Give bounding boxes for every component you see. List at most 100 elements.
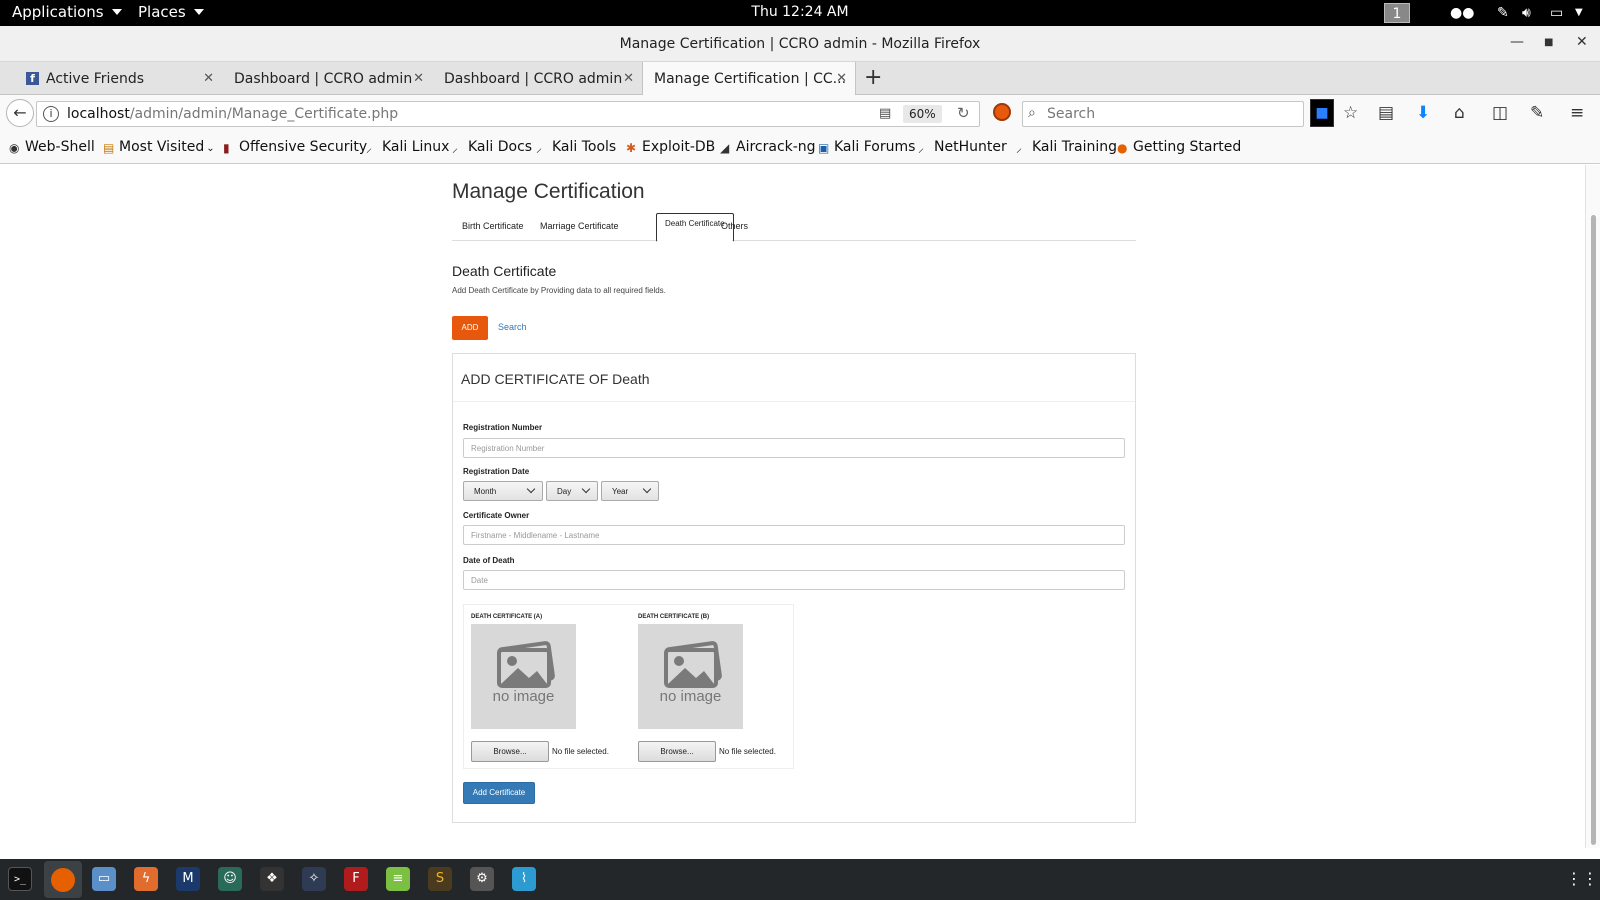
addon-icon[interactable]: ■: [1310, 99, 1334, 127]
bookmark-offensive-security[interactable]: ▮ Offensive Security: [223, 139, 367, 155]
monitor-icon[interactable]: ⌇: [512, 867, 536, 891]
close-icon[interactable]: ✕: [1576, 34, 1588, 50]
bookmark-label: Aircrack-ng: [736, 139, 816, 155]
bookmark-label: Offensive Security: [239, 139, 368, 155]
month-value: Month: [474, 487, 497, 496]
close-icon[interactable]: ✕: [413, 71, 424, 86]
bookmark-nethunter[interactable]: ⸝ NetHunter: [918, 139, 1007, 155]
chevron-down-icon: ⌄: [206, 143, 215, 154]
app-grid-icon[interactable]: ⋮⋮: [1566, 867, 1598, 891]
browse-button-b[interactable]: Browse...: [638, 741, 716, 762]
minimize-icon[interactable]: —: [1510, 34, 1524, 50]
back-icon[interactable]: ←: [6, 99, 34, 127]
reader-view-icon[interactable]: ▤: [879, 106, 891, 121]
pen-icon[interactable]: ✎: [1497, 5, 1509, 21]
reload-icon[interactable]: ↻: [957, 104, 970, 122]
add-button[interactable]: ADD: [452, 316, 488, 340]
bookmark-kali-tools[interactable]: ⸝ Kali Tools: [536, 139, 616, 155]
chevron-down-icon: [642, 484, 652, 494]
zoom-indicator[interactable]: 60%: [903, 105, 942, 123]
day-select[interactable]: Day: [546, 481, 598, 501]
pocket-icon[interactable]: ◫: [1492, 103, 1508, 123]
bookmark-star-icon[interactable]: ☆: [1343, 103, 1358, 123]
browse-button-a[interactable]: Browse...: [471, 741, 549, 762]
faraday-icon[interactable]: F: [344, 867, 368, 891]
url-bar[interactable]: i localhost/admin/admin/Manage_Certifica…: [36, 101, 980, 127]
sublime-icon[interactable]: S: [428, 867, 452, 891]
tab-strip: f Active Friends ✕ Dashboard | CCRO admi…: [0, 62, 1600, 96]
registration-number-label: Registration Number: [463, 423, 543, 432]
terminal-icon[interactable]: >_: [8, 867, 32, 891]
firefox-dock-button[interactable]: [44, 861, 82, 898]
devtools-icon[interactable]: ✎: [1530, 103, 1544, 123]
tab-manage-certification[interactable]: Manage Certification | CC... ✕: [642, 62, 856, 96]
volume-icon[interactable]: 🔊︎: [1522, 5, 1531, 21]
battery-icon[interactable]: ▭: [1550, 5, 1563, 21]
date-of-death-input[interactable]: Date: [463, 570, 1125, 590]
reading-list-icon[interactable]: ▤: [1378, 103, 1394, 123]
search-box[interactable]: ⌕ Search: [1022, 101, 1304, 127]
leafpad-icon[interactable]: ≡: [386, 867, 410, 891]
certificate-upload-area: DEATH CERTIFICATE (A) no image Browse...…: [463, 604, 794, 769]
kali-icon: ⸝: [366, 141, 373, 155]
search-link[interactable]: Search: [498, 322, 527, 332]
bookmark-kali-linux[interactable]: ⸝ Kali Linux: [366, 139, 449, 155]
tab-active-friends[interactable]: f Active Friends ✕: [0, 62, 222, 95]
scrollbar-thumb[interactable]: [1591, 215, 1596, 845]
registration-number-input[interactable]: Registration Number: [463, 438, 1125, 458]
bookmark-getting-started[interactable]: ● Getting Started: [1117, 139, 1241, 155]
death-certificate-b-label: DEATH CERTIFICATE (B): [638, 614, 710, 620]
facebook-icon: f: [26, 72, 39, 85]
close-icon[interactable]: ✕: [203, 71, 214, 86]
files-icon[interactable]: ▭: [92, 867, 116, 891]
home-icon[interactable]: ⌂: [1454, 103, 1465, 123]
clock[interactable]: Thu 12:24 AM: [0, 4, 1600, 20]
forums-icon: ▣: [818, 141, 830, 155]
month-select[interactable]: Month: [463, 481, 543, 501]
bookmark-kali-forums[interactable]: ▣ Kali Forums: [818, 139, 915, 155]
burpsuite-icon[interactable]: ϟ: [134, 867, 158, 891]
noscript-icon[interactable]: [993, 103, 1011, 121]
tab-marriage-certificate[interactable]: Marriage Certificate: [540, 213, 619, 240]
url-host: localhost: [67, 106, 130, 122]
bookmark-most-visited[interactable]: ▤ Most Visited ⌄: [103, 139, 215, 155]
bookmark-label: Kali Forums: [834, 139, 916, 155]
certificate-owner-label: Certificate Owner: [463, 511, 530, 520]
tab-others[interactable]: Others: [721, 213, 748, 240]
search-placeholder: Search: [1047, 106, 1096, 122]
bookmark-kali-docs[interactable]: ⸝ Kali Docs: [452, 139, 532, 155]
settings-gear-icon[interactable]: ⚙: [470, 867, 494, 891]
vertical-scrollbar[interactable]: [1585, 165, 1600, 848]
maltego-icon[interactable]: ❖: [260, 867, 284, 891]
bookmark-kali-training[interactable]: ⸝ Kali Training: [1016, 139, 1117, 155]
beef-icon[interactable]: ✧: [302, 867, 326, 891]
certificate-owner-input[interactable]: Firstname - Middlename - Lastname: [463, 525, 1125, 545]
close-icon[interactable]: ✕: [836, 71, 847, 86]
menu-icon[interactable]: ≡: [1570, 103, 1584, 123]
people-icon[interactable]: ●●: [1450, 5, 1474, 21]
bookmark-label: Kali Tools: [552, 139, 617, 155]
chevron-down-icon: [581, 484, 591, 494]
url-text[interactable]: localhost/admin/admin/Manage_Certificate…: [67, 106, 398, 122]
download-icon[interactable]: ⬇: [1416, 103, 1430, 123]
bookmark-web-shell[interactable]: ◉ Web-Shell: [9, 139, 95, 155]
panel-title: ADD CERTIFICATE OF Death: [461, 371, 650, 387]
no-file-text-b: No file selected.: [719, 747, 776, 756]
close-icon[interactable]: ✕: [623, 71, 634, 86]
tab-dashboard-2[interactable]: Dashboard | CCRO admin ✕: [432, 62, 642, 95]
info-icon[interactable]: i: [43, 106, 59, 122]
maximize-icon[interactable]: ■: [1544, 37, 1553, 48]
tab-birth-certificate[interactable]: Birth Certificate: [462, 213, 524, 240]
page-title: Manage Certification: [452, 180, 645, 203]
add-certificate-button[interactable]: Add Certificate: [463, 782, 535, 804]
bookmark-aircrack[interactable]: ◢ Aircrack-ng: [720, 139, 816, 155]
chevron-down-icon: [526, 484, 536, 494]
workspace-indicator[interactable]: 1: [1384, 3, 1410, 23]
new-tab-icon[interactable]: +: [864, 65, 882, 90]
year-select[interactable]: Year: [601, 481, 659, 501]
tab-dashboard-1[interactable]: Dashboard | CCRO admin ✕: [222, 62, 432, 95]
chevron-down-icon[interactable]: ▼: [1575, 7, 1583, 18]
bookmark-exploit-db[interactable]: ✱ Exploit-DB: [626, 139, 715, 155]
metasploit-icon[interactable]: M: [176, 867, 200, 891]
armitage-icon[interactable]: ☺: [218, 867, 242, 891]
